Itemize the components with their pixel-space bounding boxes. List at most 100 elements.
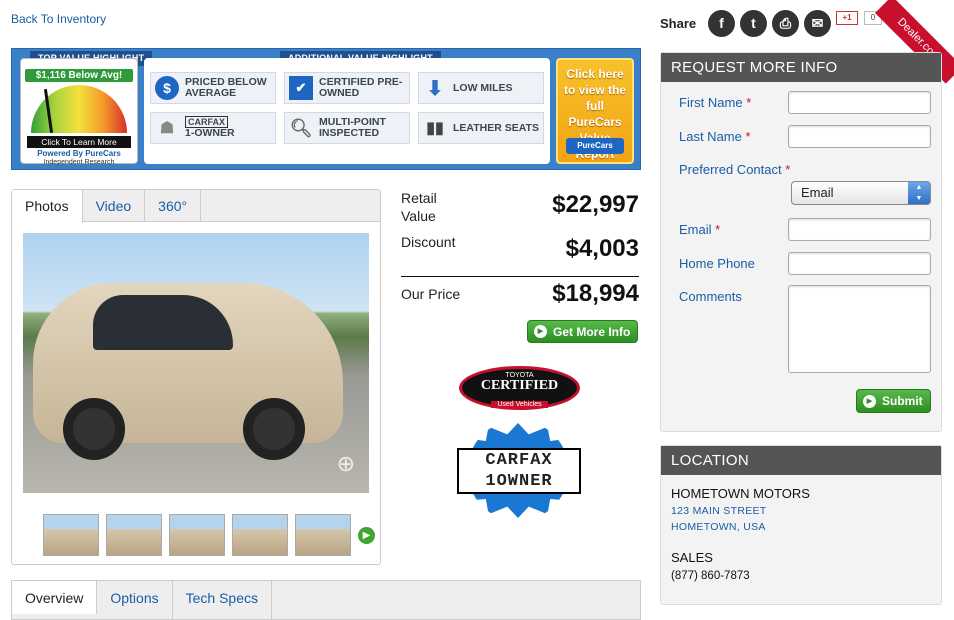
main-vehicle-photo[interactable]: ⊕ [23, 233, 369, 493]
first-name-field[interactable] [788, 91, 931, 114]
car-wheel [63, 398, 125, 460]
checkbox-icon: ✔ [289, 76, 313, 100]
email-field[interactable] [788, 218, 931, 241]
highlight-priced-below: $ PRICED BELOW AVERAGE [150, 72, 276, 104]
retail-value-amount: $22,997 [552, 191, 639, 218]
price-gauge[interactable]: $1,116 Below Avg! Click To Learn More Po… [20, 58, 138, 167]
carfax-line2: 1OWNER [485, 472, 553, 491]
discount-label: Discount [401, 234, 456, 250]
play-icon: ▶ [863, 394, 876, 408]
required-marker: * [745, 129, 751, 144]
our-price-label: Our Price [401, 286, 461, 302]
retail-value-label: Retail Value [401, 190, 437, 224]
home-phone-field[interactable] [788, 252, 931, 275]
first-name-label: First Name * [679, 95, 751, 110]
contact-value: Email [801, 185, 834, 200]
get-more-info-label: Get More Info [553, 324, 631, 339]
request-info-title: REQUEST MORE INFO [661, 53, 941, 82]
down-arrow-icon: ⬇ [426, 77, 444, 100]
highlight-inspected: 🔍︎ MULTI-POINT INSPECTED [284, 112, 410, 144]
highlight-certified: ✔ CERTIFIED PRE-OWNED [284, 72, 410, 104]
sales-label: SALES [671, 550, 713, 565]
first-name-text: First Name [679, 95, 743, 110]
comments-textarea[interactable] [788, 285, 931, 373]
tab-overview[interactable]: Overview [12, 581, 98, 614]
discount-amount: $4,003 [565, 235, 639, 262]
dealer-city[interactable]: HOMETOWN, USA [671, 521, 766, 533]
powered-by-text: Powered By PureCars [37, 149, 121, 158]
highlight-low-miles: ⬇ LOW MILES [418, 72, 544, 104]
thumbnail[interactable] [106, 514, 162, 556]
facebook-icon[interactable]: f [708, 10, 735, 37]
highlight-label: LEATHER SEATS [453, 121, 539, 134]
select-arrows-icon: ▲ ▼ [908, 182, 930, 204]
print-icon[interactable]: ⎙ [772, 10, 799, 37]
purecars-report-button[interactable]: Click here to view the full PureCars Val… [556, 58, 634, 164]
thumbnail-strip [43, 514, 351, 556]
back-to-inventory-link[interactable]: Back To Inventory [11, 12, 106, 26]
google-plus-button[interactable]: +1 [836, 11, 858, 25]
email-text: Email [679, 222, 712, 237]
highlight-grid: $ PRICED BELOW AVERAGE ✔ CERTIFIED PRE-O… [144, 58, 550, 164]
required-marker: * [715, 222, 721, 237]
highlight-carfax: ☗ CARFAX 1-OWNER [150, 112, 276, 144]
preferred-contact-select[interactable]: Email ▲ ▼ [791, 181, 931, 205]
dealer-street[interactable]: 123 MAIN STREET [671, 505, 767, 517]
tab-360[interactable]: 360° [145, 190, 202, 221]
seats-icon: ▮▮ [426, 120, 444, 137]
tab-options[interactable]: Options [97, 581, 173, 619]
twitter-icon[interactable]: t [740, 10, 767, 37]
tab-video[interactable]: Video [83, 190, 146, 221]
required-marker: * [785, 162, 791, 177]
car-image [33, 283, 343, 460]
next-thumbnails-icon[interactable]: ▶ [358, 527, 375, 544]
thumbnail[interactable] [232, 514, 288, 556]
one-owner-text: 1-OWNER [185, 127, 235, 139]
highlight-leather: ▮▮ LEATHER SEATS [418, 112, 544, 144]
play-icon: ▶ [534, 325, 547, 338]
email-label: Email * [679, 222, 720, 237]
used-vehicles-text: Used Vehicles [491, 401, 548, 408]
carfax-one-owner-badge[interactable]: CARFAX 1OWNER [451, 423, 585, 518]
highlight-label: LOW MILES [453, 81, 513, 94]
sales-phone: (877) 860-7873 [671, 570, 750, 582]
tab-tech-specs[interactable]: Tech Specs [173, 581, 272, 619]
last-name-field[interactable] [788, 125, 931, 148]
thumbnail[interactable] [295, 514, 351, 556]
our-price-amount: $18,994 [552, 280, 639, 307]
thumbnail[interactable] [43, 514, 99, 556]
detail-tabs: Overview Options Tech Specs [11, 580, 641, 620]
request-info-panel: REQUEST MORE INFO First Name * Last Name… [660, 52, 942, 432]
comments-label: Comments [679, 289, 742, 304]
tab-photos[interactable]: Photos [12, 190, 83, 223]
media-tabs: Photos Video 360° [12, 190, 380, 223]
preferred-contact-label: Preferred Contact * [679, 162, 790, 177]
highlight-label: PRICED BELOW AVERAGE [185, 76, 267, 99]
zoom-icon[interactable]: ⊕ [337, 451, 355, 477]
certified-text: CERTIFIED [480, 378, 559, 393]
submit-button[interactable]: ▶ Submit [856, 389, 931, 413]
value-highlight-banner: TOP VALUE HIGHLIGHT ADDITIONAL VALUE HIG… [11, 48, 641, 170]
email-icon[interactable]: ✉ [804, 10, 831, 37]
click-to-learn-label: Click To Learn More [27, 136, 131, 148]
carfax-label: CARFAX 1OWNER [457, 448, 581, 494]
below-average-badge: $1,116 Below Avg! [25, 69, 133, 82]
location-title: LOCATION [661, 446, 941, 475]
thumbnail[interactable] [169, 514, 225, 556]
powered-by-label: Powered By PureCars Independent Research [21, 149, 137, 167]
location-panel: LOCATION HOMETOWN MOTORS 123 MAIN STREET… [660, 445, 942, 605]
highlight-label: MULTI-POINT INSPECTED [319, 116, 386, 139]
preferred-contact-text: Preferred Contact [679, 162, 782, 177]
carfax-line1: CARFAX [485, 451, 553, 470]
independent-research-text: Independent Research [43, 159, 115, 166]
toyota-certified-badge: TOYOTA CERTIFIED Used Vehicles [459, 366, 580, 410]
car-wheel [243, 398, 305, 460]
media-viewer: Photos Video 360° ⊕ ▶ [11, 189, 381, 565]
price-divider [401, 276, 639, 277]
get-more-info-button[interactable]: ▶ Get More Info [527, 320, 638, 343]
submit-label: Submit [882, 394, 923, 408]
dollar-icon: $ [155, 76, 179, 100]
last-name-label: Last Name * [679, 129, 751, 144]
required-marker: * [746, 95, 752, 110]
highlight-label: CARFAX 1-OWNER [185, 116, 235, 139]
